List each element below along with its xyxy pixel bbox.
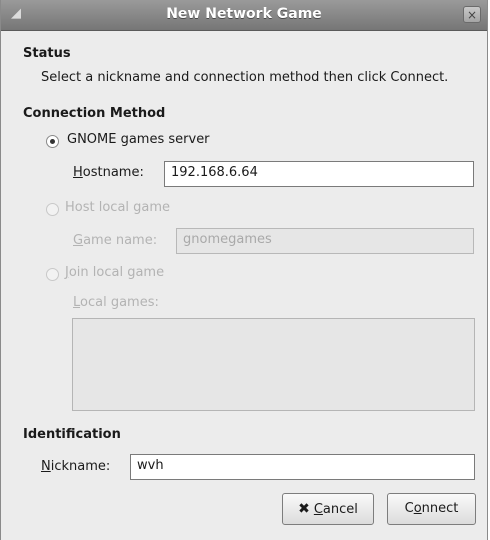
gnome-server-label: GNOME games server bbox=[67, 132, 210, 147]
nickname-label: Nickname: bbox=[41, 459, 111, 474]
host-local-radio[interactable] bbox=[46, 203, 59, 216]
local-games-list[interactable] bbox=[72, 318, 475, 411]
host-local-label: Host local game bbox=[65, 200, 171, 215]
game-name-label: Game name: bbox=[73, 233, 158, 248]
status-heading: Status bbox=[23, 46, 71, 61]
game-name-input[interactable]: gnomegames bbox=[176, 228, 474, 254]
join-local-label: Join local game bbox=[65, 265, 165, 280]
hostname-label: Hostname: bbox=[73, 165, 144, 180]
nickname-input[interactable]: wvh bbox=[130, 454, 475, 480]
close-button[interactable]: × bbox=[463, 6, 481, 23]
connection-method-heading: Connection Method bbox=[23, 106, 166, 121]
identification-heading: Identification bbox=[23, 427, 121, 442]
cancel-x-icon: ✖ bbox=[298, 501, 310, 517]
cancel-button[interactable]: ✖ Cancel bbox=[282, 493, 374, 525]
hostname-input[interactable]: 192.168.6.64 bbox=[164, 161, 474, 187]
new-network-game-dialog: ◢ New Network Game × Status Select a nic… bbox=[0, 0, 488, 540]
join-local-radio[interactable] bbox=[46, 268, 59, 281]
window-title: New Network Game bbox=[166, 6, 322, 22]
local-games-label: Local games: bbox=[73, 295, 159, 310]
connect-button[interactable]: Connect bbox=[387, 493, 476, 525]
status-message: Select a nickname and connection method … bbox=[41, 70, 449, 85]
title-bar: ◢ New Network Game × bbox=[1, 0, 487, 31]
gnome-server-radio[interactable] bbox=[46, 135, 59, 148]
